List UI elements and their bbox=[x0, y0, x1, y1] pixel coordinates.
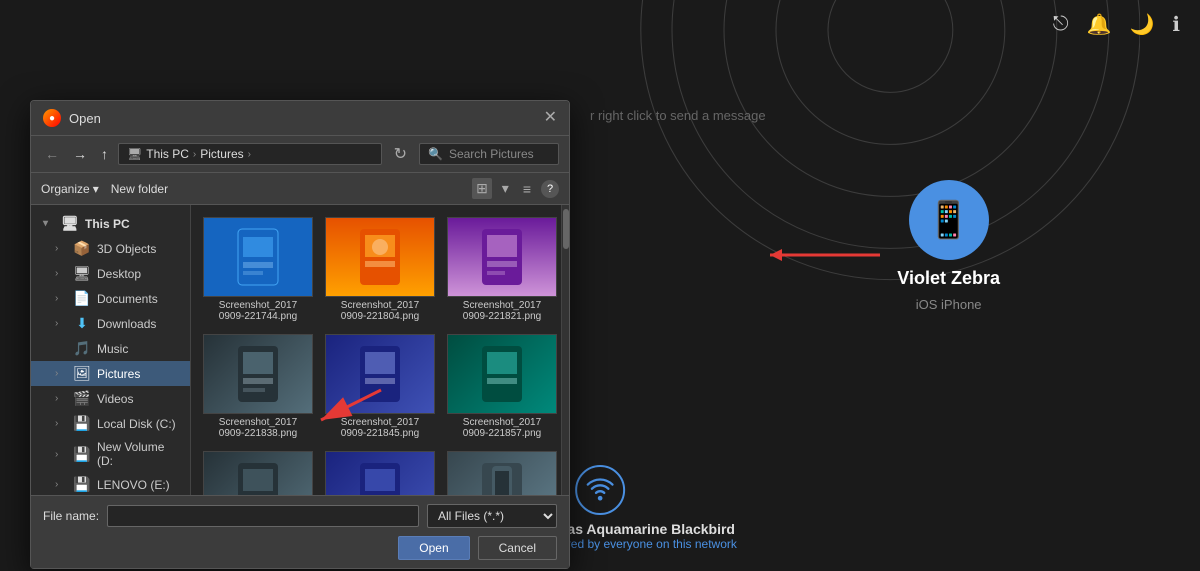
filename-input[interactable] bbox=[107, 505, 419, 527]
sidebar-item-music[interactable]: 🎵 Music bbox=[31, 336, 190, 361]
file-item-8[interactable]: Screenshot_20170909-222630.png bbox=[321, 447, 439, 495]
sidebar-item-pictures[interactable]: › 🖼 Pictures bbox=[31, 361, 190, 386]
sidebar-item-downloads[interactable]: › ⬇ Downloads bbox=[31, 311, 190, 336]
view-dropdown-icon[interactable]: ▾ bbox=[498, 178, 513, 199]
dialog-titlebar: ● Open ✕ bbox=[31, 101, 569, 136]
device-type: iOS iPhone bbox=[916, 297, 982, 312]
file-name-3: Screenshot_20170909-221821.png bbox=[463, 300, 541, 322]
3d-objects-icon: 📦 bbox=[73, 240, 91, 257]
file-item-1[interactable]: Screenshot_20170909-221744.png bbox=[199, 213, 317, 326]
thumbnail-1 bbox=[204, 218, 312, 296]
file-item-6[interactable]: Screenshot_20170909-221857.png bbox=[443, 330, 561, 443]
background-text: r right click to send a message bbox=[590, 108, 766, 123]
sidebar-item-3d-objects[interactable]: › 📦 3D Objects bbox=[31, 236, 190, 261]
lenovo-e-icon: 💾 bbox=[73, 476, 91, 493]
volume-d-icon: 💾 bbox=[73, 446, 91, 463]
toolbar: Organize ▾ New folder ⊞ ▾ ≡ ? bbox=[31, 173, 569, 205]
new-folder-button[interactable]: New folder bbox=[111, 182, 168, 196]
search-placeholder: Search Pictures bbox=[449, 147, 534, 161]
sidebar-item-lenovo-e[interactable]: › 💾 LENOVO (E:) bbox=[31, 472, 190, 495]
refresh-button[interactable]: ↻ bbox=[388, 142, 413, 166]
pictures-icon: 🖼 bbox=[73, 365, 91, 382]
scrollbar[interactable] bbox=[561, 205, 569, 495]
documents-icon: 📄 bbox=[73, 290, 91, 307]
back-button[interactable]: ← bbox=[41, 144, 63, 164]
file-name-1: Screenshot_20170909-221744.png bbox=[219, 300, 297, 322]
file-name-6: Screenshot_20170909-221857.png bbox=[463, 417, 541, 439]
file-name-2: Screenshot_20170909-221804.png bbox=[341, 300, 419, 322]
topbar: ⎋ 🔔 🌙 ℹ bbox=[1053, 12, 1180, 37]
file-item-5[interactable]: Screenshot_20170909-221845.png bbox=[321, 330, 439, 443]
exit-icon[interactable]: ⎋ bbox=[1053, 13, 1069, 36]
thumbnail-8 bbox=[326, 452, 434, 495]
music-icon: 🎵 bbox=[73, 340, 91, 357]
search-icon: 🔍 bbox=[428, 147, 443, 161]
thumbnail-4 bbox=[204, 335, 312, 413]
device-area: 📱 Violet Zebra iOS iPhone bbox=[897, 180, 1000, 312]
local-c-icon: 💾 bbox=[73, 415, 91, 432]
app-icon: ● bbox=[43, 109, 61, 127]
organize-button[interactable]: Organize ▾ bbox=[41, 182, 99, 196]
thumbnail-2 bbox=[326, 218, 434, 296]
this-pc-icon: 🖥 bbox=[61, 215, 79, 232]
wifi-icon bbox=[575, 465, 625, 515]
info-icon[interactable]: ℹ bbox=[1172, 12, 1180, 37]
thumbnail-3 bbox=[448, 218, 556, 296]
scrollbar-thumb[interactable] bbox=[563, 209, 569, 249]
sidebar-item-local-c[interactable]: › 💾 Local Disk (C:) bbox=[31, 411, 190, 436]
file-item-7[interactable]: Screenshot_20170909-222625.png bbox=[199, 447, 317, 495]
thumbnail-9 bbox=[448, 452, 556, 495]
cancel-button[interactable]: Cancel bbox=[478, 536, 557, 560]
up-button[interactable]: ↑ bbox=[97, 144, 112, 164]
sidebar-item-documents[interactable]: › 📄 Documents bbox=[31, 286, 190, 311]
close-button[interactable]: ✕ bbox=[544, 110, 557, 126]
device-name: Violet Zebra bbox=[897, 268, 1000, 289]
file-grid: Screenshot_20170909-221744.png Screensho… bbox=[191, 205, 561, 495]
file-item-2[interactable]: Screenshot_20170909-221804.png bbox=[321, 213, 439, 326]
nav-bar: ← → ↑ 🖥 This PC › Pictures › ↻ 🔍 Search … bbox=[31, 136, 569, 173]
moon-icon[interactable]: 🌙 bbox=[1129, 12, 1154, 37]
action-buttons: Open Cancel bbox=[43, 536, 557, 560]
filetype-select[interactable]: All Files (*.*) bbox=[427, 504, 557, 528]
sidebar: ▾ 🖥 This PC › 📦 3D Objects › 🖥 Desktop ›… bbox=[31, 205, 191, 495]
file-item-4[interactable]: Screenshot_20170909-221838.png bbox=[199, 330, 317, 443]
forward-button[interactable]: → bbox=[69, 144, 91, 164]
sidebar-item-this-pc[interactable]: ▾ 🖥 This PC bbox=[31, 211, 190, 236]
breadcrumb-pictures[interactable]: Pictures bbox=[200, 147, 243, 161]
file-name-5: Screenshot_20170909-221845.png bbox=[341, 417, 419, 439]
open-dialog: ● Open ✕ ← → ↑ 🖥 This PC › Pictures › ↻ … bbox=[30, 100, 570, 569]
file-item-3[interactable]: Screenshot_20170909-221821.png bbox=[443, 213, 561, 326]
search-box[interactable]: 🔍 Search Pictures bbox=[419, 143, 559, 165]
main-content: ▾ 🖥 This PC › 📦 3D Objects › 🖥 Desktop ›… bbox=[31, 205, 569, 495]
breadcrumb: 🖥 This PC › Pictures › bbox=[118, 143, 382, 165]
sidebar-item-videos[interactable]: › 🎬 Videos bbox=[31, 386, 190, 411]
videos-icon: 🎬 bbox=[73, 390, 91, 407]
downloads-icon: ⬇ bbox=[73, 315, 91, 332]
view-list-icon[interactable]: ≡ bbox=[519, 179, 535, 199]
sidebar-item-volume-d[interactable]: › 💾 New Volume (D: bbox=[31, 436, 190, 472]
breadcrumb-this-pc[interactable]: This PC bbox=[146, 147, 189, 161]
file-name-4: Screenshot_20170909-221838.png bbox=[219, 417, 297, 439]
sidebar-item-desktop[interactable]: › 🖥 Desktop bbox=[31, 261, 190, 286]
file-item-9[interactable]: z17-mini-le.jpg bbox=[443, 447, 561, 495]
filename-label: File name: bbox=[43, 509, 99, 523]
dialog-bottom: File name: All Files (*.*) Open Cancel bbox=[31, 495, 569, 568]
bell-icon[interactable]: 🔔 bbox=[1087, 12, 1112, 37]
filename-row: File name: All Files (*.*) bbox=[43, 504, 557, 528]
open-button[interactable]: Open bbox=[398, 536, 469, 560]
dialog-title: Open bbox=[69, 111, 101, 126]
desktop-icon: 🖥 bbox=[73, 265, 91, 282]
thumbnail-5 bbox=[326, 335, 434, 413]
help-button[interactable]: ? bbox=[541, 180, 559, 198]
device-icon: 📱 bbox=[909, 180, 989, 260]
thumbnail-6 bbox=[448, 335, 556, 413]
view-large-icon[interactable]: ⊞ bbox=[472, 178, 492, 199]
red-arrow-device bbox=[760, 240, 890, 270]
thumbnail-7 bbox=[204, 452, 312, 495]
